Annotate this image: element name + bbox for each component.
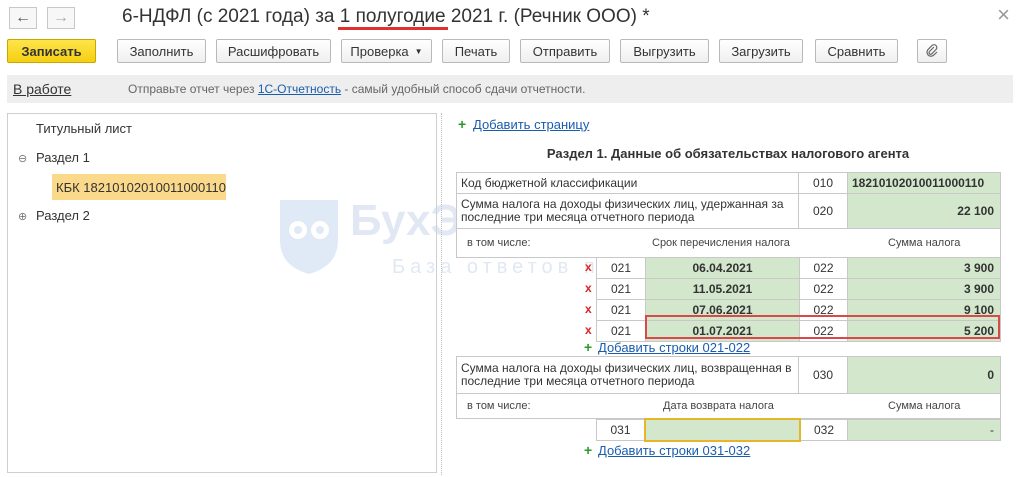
code-031: 031	[596, 419, 645, 441]
tax-sum-field[interactable]: 3 900	[847, 257, 1001, 279]
col-tax-sum-2: Сумма налога	[888, 400, 961, 412]
plus-icon: +	[584, 339, 593, 355]
delete-row-icon[interactable]: x	[585, 281, 592, 295]
paperclip-icon	[926, 44, 938, 57]
tax-sum-field[interactable]: 9 100	[847, 299, 1001, 321]
withheld-value-field[interactable]: 22 100	[847, 193, 1001, 229]
close-icon[interactable]: ×	[997, 2, 1010, 28]
return-date-field[interactable]	[644, 419, 801, 441]
code-021: 021	[596, 320, 646, 342]
plus-icon: +	[458, 116, 467, 132]
send-button[interactable]: Отправить	[520, 39, 610, 63]
code-032: 032	[800, 419, 848, 441]
arrow-left-icon: ←	[15, 9, 31, 26]
code-030: 030	[798, 356, 848, 394]
chevron-down-icon: ▼	[414, 46, 423, 56]
col-tax-sum: Сумма налога	[888, 237, 961, 249]
window-title: 6-НДФЛ (с 2021 года) за 1 полугодие 2021…	[122, 6, 650, 27]
status-link[interactable]: В работе	[13, 81, 71, 97]
compare-button[interactable]: Сравнить	[815, 39, 898, 63]
delete-row-icon[interactable]: x	[585, 323, 592, 337]
kbk-label: Код бюджетной классификации	[456, 172, 799, 194]
print-button[interactable]: Печать	[442, 39, 510, 63]
tree-item-kbk[interactable]: КБК 18210102010011000110	[52, 174, 226, 200]
decode-button[interactable]: Расшифровать	[216, 39, 331, 63]
period-highlight: 1 полугодие	[339, 6, 446, 27]
delete-row-icon[interactable]: x	[585, 302, 592, 316]
returned-label: Сумма налога на доходы физических лиц, в…	[456, 356, 799, 394]
kbk-value-field[interactable]: 18210102010011000110	[847, 172, 1001, 194]
expand-icon[interactable]: ⊕	[18, 210, 27, 223]
tax-sum-field[interactable]: 5 200	[847, 320, 1001, 342]
add-rows-021-link[interactable]: Добавить строки 021-022	[598, 340, 750, 355]
attach-button[interactable]	[917, 39, 947, 63]
including-label: в том числе:	[467, 237, 531, 249]
fill-button[interactable]: Заполнить	[117, 39, 206, 63]
code-021: 021	[596, 278, 646, 300]
section-title: Раздел 1. Данные об обязательствах налог…	[546, 146, 910, 161]
pane-splitter[interactable]	[441, 113, 442, 475]
add-page-link[interactable]: Добавить страницу	[473, 117, 589, 132]
due-date-field[interactable]: 06.04.2021	[645, 257, 800, 279]
col-return-date: Дата возврата налога	[663, 400, 774, 412]
arrow-right-icon: →	[53, 9, 69, 26]
code-021: 021	[596, 299, 646, 321]
tree-pane	[7, 113, 437, 473]
save-button[interactable]: Записать	[7, 39, 96, 63]
col-due-date: Срок перечисления налога	[652, 237, 790, 249]
withheld-label: Сумма налога на доходы физических лиц, у…	[456, 193, 799, 229]
tree-item-title-sheet[interactable]: Титульный лист	[36, 121, 132, 136]
delete-row-icon[interactable]: x	[585, 260, 592, 274]
code-022: 022	[799, 257, 848, 279]
tree-item-section1[interactable]: Раздел 1	[36, 150, 90, 165]
code-022: 022	[799, 320, 848, 342]
plus-icon: +	[584, 442, 593, 458]
export-button[interactable]: Выгрузить	[620, 39, 709, 63]
code-010: 010	[798, 172, 848, 194]
code-022: 022	[799, 278, 848, 300]
reporting-link[interactable]: 1С-Отчетность	[258, 82, 341, 96]
return-sum-field[interactable]: -	[847, 419, 1001, 441]
code-022: 022	[799, 299, 848, 321]
due-date-field[interactable]: 07.06.2021	[645, 299, 800, 321]
collapse-icon[interactable]: ⊖	[18, 152, 27, 165]
returned-value-field[interactable]: 0	[847, 356, 1001, 394]
add-rows-031-link[interactable]: Добавить строки 031-032	[598, 443, 750, 458]
import-button[interactable]: Загрузить	[719, 39, 803, 63]
status-message: Отправьте отчет через 1С-Отчетность - са…	[128, 82, 586, 96]
check-dropdown-button[interactable]: Проверка ▼	[341, 39, 432, 63]
due-date-field[interactable]: 11.05.2021	[645, 278, 800, 300]
code-021: 021	[596, 257, 646, 279]
forward-button[interactable]: →	[47, 7, 75, 29]
including-label-2: в том числе:	[467, 400, 531, 412]
tree-item-section2[interactable]: Раздел 2	[36, 208, 90, 223]
tax-sum-field[interactable]: 3 900	[847, 278, 1001, 300]
watermark-owl-icon	[280, 200, 338, 274]
back-button[interactable]: ←	[9, 7, 37, 29]
code-020: 020	[798, 193, 848, 229]
due-date-field[interactable]: 01.07.2021	[645, 320, 800, 342]
